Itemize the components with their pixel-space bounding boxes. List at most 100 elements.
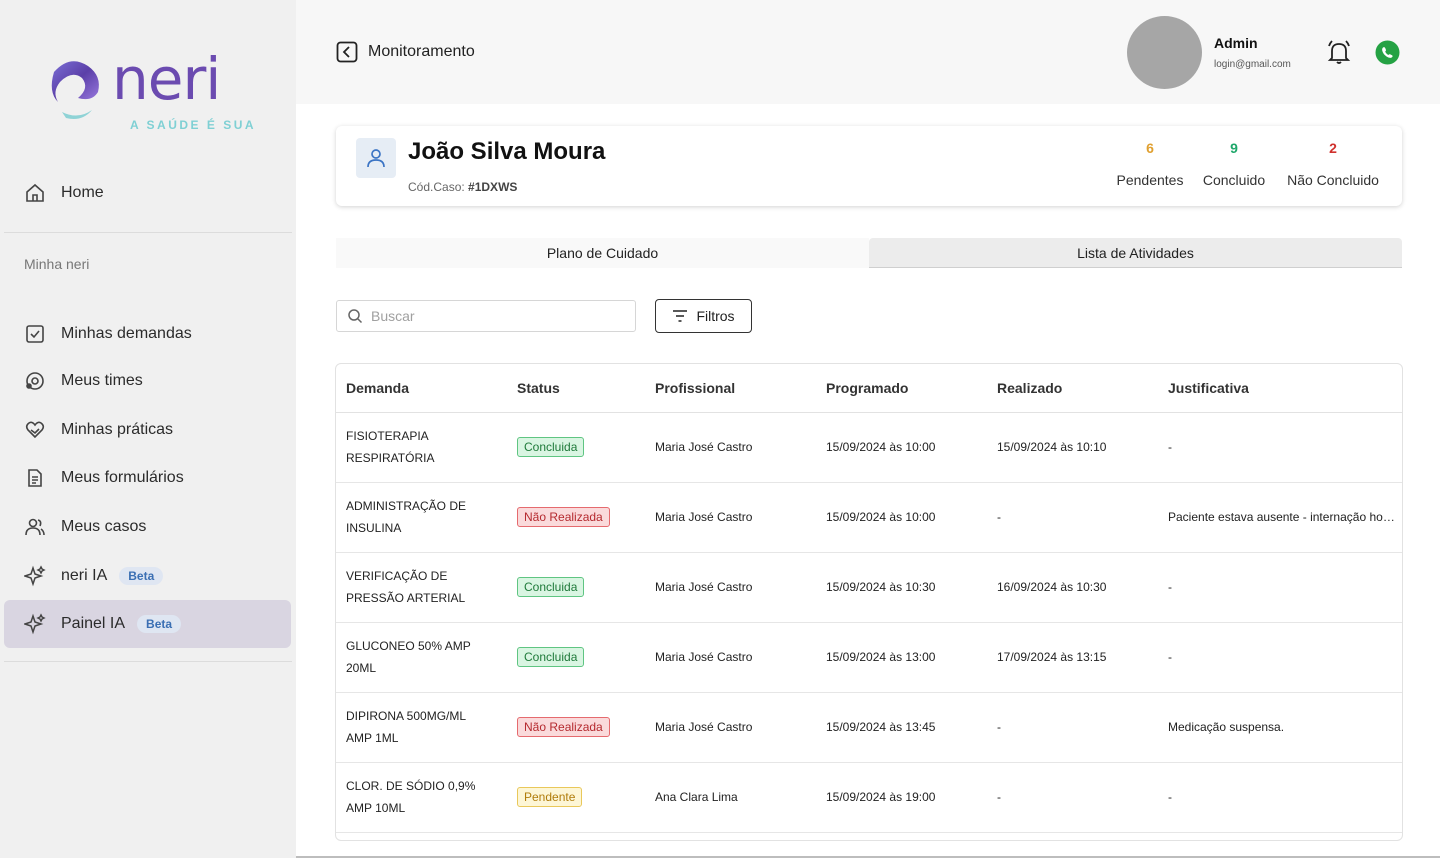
case-code-value: #1DXWS (468, 180, 518, 194)
case-card: João Silva Moura Cód.Caso: #1DXWS 6 Pend… (336, 126, 1402, 206)
cell-realizado: - (987, 762, 1158, 833)
sidebar-item-minhas-praticas[interactable]: Minhas práticas (4, 406, 291, 454)
table-row[interactable]: GLUCONEO 50% AMP 20ML Concluida Maria Jo… (336, 622, 1402, 693)
sidebar-item-meus-times[interactable]: Meus times (4, 357, 291, 405)
heart-hands-icon (24, 419, 46, 441)
divider (4, 232, 292, 233)
table-row[interactable]: VERIFICAÇÃO DE PRESSÃO ARTERIAL Concluid… (336, 552, 1402, 623)
sidebar-item-minhas-demandas[interactable]: Minhas demandas (4, 310, 291, 358)
table-row[interactable]: ADMINISTRAÇÃO DE INSULINA Não Realizada … (336, 482, 1402, 553)
cell-programado: 15/09/2024 às 10:00 (816, 482, 987, 553)
cell-status: Concluida (507, 412, 645, 483)
filter-icon (673, 310, 688, 322)
cell-realizado: 15/09/2024 às 10:10 (987, 412, 1158, 483)
whatsapp-icon[interactable] (1375, 40, 1400, 65)
sidebar-item-label: Minhas demandas (61, 325, 192, 342)
case-code: Cód.Caso: #1DXWS (408, 180, 517, 194)
main-content: Monitoramento Admin login@gmail.com João… (296, 0, 1440, 858)
neri-logo[interactable]: neri A SAÚDE É SUA (48, 45, 254, 140)
sidebar-item-label: Meus formulários (61, 469, 184, 486)
sidebar-item-label: Painel IA (61, 615, 126, 632)
status-badge: Pendente (517, 787, 583, 807)
sparkle-icon (24, 613, 46, 635)
sidebar-item-home[interactable]: Home (4, 169, 291, 217)
sidebar-item-label: Meus times (61, 372, 143, 389)
column-header[interactable]: Demanda (336, 364, 507, 413)
users-icon (24, 516, 46, 538)
stat-value: 6 (1146, 140, 1154, 156)
sparkle-icon (24, 565, 46, 587)
cell-status: Concluida (507, 622, 645, 693)
sidebar: neri A SAÚDE É SUA Home Minha neri Minha… (0, 0, 296, 858)
patient-icon (356, 138, 396, 178)
search-icon (347, 308, 363, 324)
cell-profissional: Maria José Castro (645, 692, 816, 763)
back-arrow-icon[interactable] (336, 41, 358, 63)
patient-name: João Silva Moura (408, 138, 606, 165)
column-header[interactable]: Programado (816, 364, 987, 413)
cell-programado: 15/09/2024 às 13:00 (816, 622, 987, 693)
checklist-icon (24, 323, 46, 345)
tab-lista-de-atividades[interactable]: Lista de Atividades (869, 238, 1402, 268)
beta-badge: Beta (137, 615, 182, 633)
cell-profissional: Ana Clara Lima (645, 762, 816, 833)
cell-justificativa: - (1158, 552, 1402, 623)
sidebar-item-label: neri IA (61, 567, 108, 584)
cell-demanda: GLUCONEO 50% AMP 20ML (336, 622, 507, 693)
filters-button-label: Filtros (696, 308, 735, 324)
cell-status: Concluida (507, 552, 645, 623)
cell-programado: 15/09/2024 às 10:30 (816, 552, 987, 623)
stat-label: Não Concluido (1287, 172, 1379, 188)
stat-concluido: 9 Concluido (1200, 140, 1268, 188)
bell-icon[interactable] (1326, 39, 1352, 65)
cell-justificativa: - (1158, 762, 1402, 833)
column-header[interactable]: Status (507, 364, 645, 413)
cell-realizado: 17/09/2024 às 13:15 (987, 622, 1158, 693)
beta-badge: Beta (119, 567, 164, 585)
column-header[interactable]: Profissional (645, 364, 816, 413)
sidebar-item-meus-casos[interactable]: Meus casos (4, 503, 291, 551)
table-row[interactable]: CLOR. DE SÓDIO 0,9% AMP 10ML Pendente An… (336, 762, 1402, 833)
table-row[interactable]: DIPIRONA 500MG/ML AMP 1ML Não Realizada … (336, 692, 1402, 763)
cell-demanda: VERIFICAÇÃO DE PRESSÃO ARTERIAL (336, 552, 507, 623)
cell-programado: 15/09/2024 às 19:00 (816, 762, 987, 833)
status-badge: Concluida (517, 437, 585, 457)
cell-profissional: Maria José Castro (645, 412, 816, 483)
tab-plano-de-cuidado[interactable]: Plano de Cuidado (336, 238, 869, 268)
status-badge: Não Realizada (517, 717, 610, 737)
cell-realizado: - (987, 482, 1158, 553)
search-box (336, 300, 636, 332)
cell-justificativa: - (1158, 622, 1402, 693)
cell-demanda: DIPIRONA 500MG/ML AMP 1ML (336, 692, 507, 763)
sidebar-item-neri-ia[interactable]: neri IA Beta (4, 552, 291, 600)
section-label: Minha neri (24, 256, 90, 272)
cell-profissional: Maria José Castro (645, 622, 816, 693)
divider (4, 661, 292, 662)
stat-label: Concluido (1202, 172, 1266, 188)
logo-wordmark: neri (112, 45, 221, 113)
cell-status: Pendente (507, 762, 645, 833)
column-header[interactable]: Justificativa (1158, 364, 1402, 413)
stat-value: 9 (1230, 140, 1238, 156)
activities-table: Demanda Status Profissional Programado R… (335, 363, 1403, 841)
sidebar-item-label: Home (61, 184, 104, 201)
logo-tagline: A SAÚDE É SUA (130, 118, 257, 132)
status-badge: Concluida (517, 647, 585, 667)
home-icon (24, 182, 46, 204)
search-input[interactable] (371, 308, 621, 324)
column-header[interactable]: Realizado (987, 364, 1158, 413)
document-icon (24, 467, 46, 489)
cell-programado: 15/09/2024 às 13:45 (816, 692, 987, 763)
status-badge: Não Realizada (517, 507, 610, 527)
table-row[interactable]: FISIOTERAPIA RESPIRATÓRIA Concluida Mari… (336, 412, 1402, 483)
table-header-row: Demanda Status Profissional Programado R… (336, 364, 1402, 413)
cell-demanda: ADMINISTRAÇÃO DE INSULINA (336, 482, 507, 553)
filters-button[interactable]: Filtros (655, 299, 752, 333)
avatar[interactable] (1127, 16, 1202, 89)
sidebar-item-label: Meus casos (61, 518, 147, 535)
sidebar-item-meus-formularios[interactable]: Meus formulários (4, 454, 291, 502)
cell-status: Não Realizada (507, 482, 645, 553)
cell-justificativa: Paciente estava ausente - internação hos… (1158, 482, 1402, 553)
sidebar-item-painel-ia[interactable]: Painel IA Beta (4, 600, 291, 648)
case-code-label: Cód.Caso: (408, 180, 465, 194)
